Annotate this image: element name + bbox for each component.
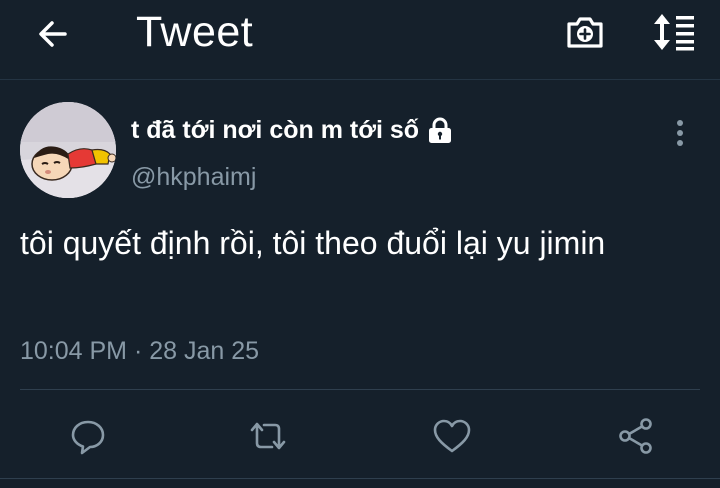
- arrow-left-icon: [39, 21, 67, 47]
- share-icon: [619, 418, 652, 454]
- camera-plus-icon: [567, 17, 603, 48]
- more-options-button[interactable]: [664, 114, 696, 152]
- lock-icon: [425, 115, 455, 145]
- reply-icon: [71, 420, 105, 455]
- tweet-detail-screen: Tweet t đã tới nơi còn m tới số @hkphaim…: [0, 0, 720, 488]
- reply-button[interactable]: [64, 412, 112, 460]
- retweet-icon: [250, 422, 286, 450]
- display-name-text: t đã tới nơi còn m tới số: [131, 116, 420, 144]
- page-title: Tweet: [136, 8, 254, 56]
- tweet-text: tôi quyết định rồi, tôi theo đuổi lại yu…: [20, 225, 606, 261]
- share-button[interactable]: [612, 412, 660, 460]
- sort-icon: [654, 14, 694, 51]
- camera-button[interactable]: [563, 12, 607, 52]
- divider: [0, 478, 720, 479]
- sort-button[interactable]: [648, 10, 700, 54]
- tweet-action-bar: [0, 408, 720, 464]
- heart-icon: [433, 419, 471, 453]
- user-handle[interactable]: @hkphaimj: [131, 160, 256, 194]
- top-bar: Tweet: [0, 0, 720, 80]
- avatar[interactable]: [20, 102, 116, 198]
- divider: [20, 389, 700, 390]
- display-name[interactable]: t đã tới nơi còn m tới số: [131, 114, 455, 146]
- back-button[interactable]: [30, 14, 76, 54]
- like-button[interactable]: [428, 412, 476, 460]
- more-vertical-icon: [677, 120, 683, 146]
- tweet-timestamp: 10:04 PM · 28 Jan 25: [20, 337, 260, 365]
- avatar-cartoon-icon: [20, 102, 116, 198]
- retweet-button[interactable]: [244, 412, 292, 460]
